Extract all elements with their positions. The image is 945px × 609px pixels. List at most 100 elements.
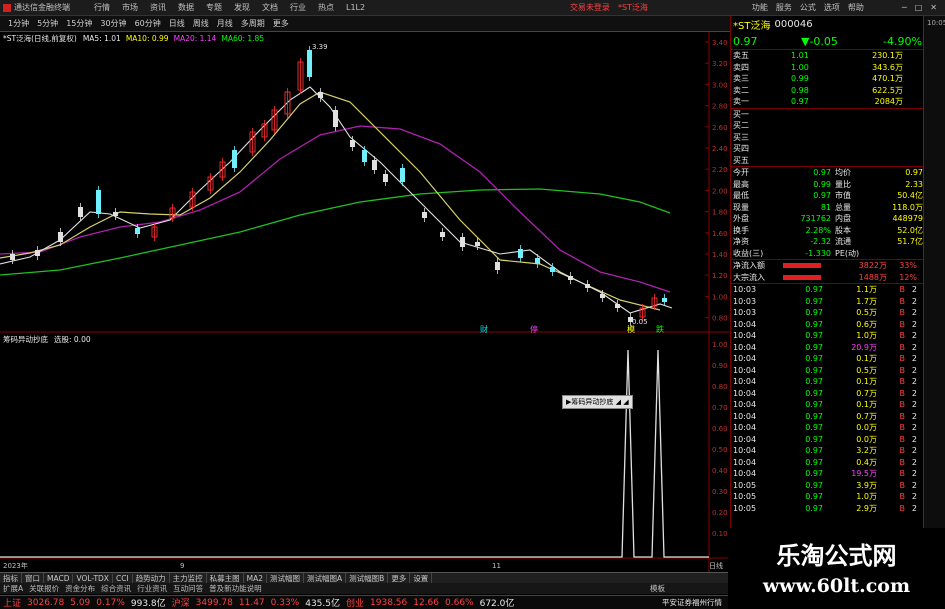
indicator-tab-1[interactable]: 窗口 bbox=[22, 572, 44, 584]
menu-3[interactable]: 数据 bbox=[172, 2, 200, 13]
period-tab-0[interactable]: 1分钟 bbox=[4, 18, 33, 29]
bid-row[interactable]: 买四 bbox=[731, 143, 945, 155]
event-marker-1[interactable]: 财 bbox=[480, 324, 488, 334]
bid-label: 买一 bbox=[733, 109, 749, 119]
price-tick: 2.60 bbox=[712, 124, 728, 132]
period-tab-4[interactable]: 60分钟 bbox=[131, 18, 165, 29]
indicator-tick: 0.80 bbox=[712, 383, 728, 391]
bid-row[interactable]: 买五 bbox=[731, 155, 945, 167]
ask-volume: 622.5万 bbox=[872, 85, 903, 95]
info-tab-2[interactable]: 资金分布 bbox=[62, 583, 98, 594]
indicator-tab-5[interactable]: 趋势动力 bbox=[133, 572, 170, 584]
price-tick: 1.20 bbox=[712, 272, 728, 280]
period-tab-8[interactable]: 多周期 bbox=[237, 18, 269, 29]
period-tab-6[interactable]: 周线 bbox=[189, 18, 213, 29]
tick-count: 2 bbox=[911, 365, 917, 375]
indicator-tick: 0.70 bbox=[712, 404, 728, 412]
tick-count: 2 bbox=[911, 503, 917, 513]
event-marker-4[interactable]: 跌 bbox=[656, 324, 664, 334]
login-status[interactable]: 交易未登录 bbox=[570, 2, 610, 13]
indicator-tick: 0.40 bbox=[712, 467, 728, 475]
indicator-tab-12[interactable]: 更多 bbox=[388, 572, 411, 584]
event-marker-3[interactable]: 模 bbox=[627, 324, 635, 334]
change-pct: -4.90% bbox=[883, 34, 922, 48]
stat-label: 总量 bbox=[835, 202, 851, 212]
menu-9[interactable]: L1L2 bbox=[340, 3, 371, 12]
tick-time: 10:04 bbox=[733, 411, 757, 421]
sh-index-amount: 993.8亿 bbox=[130, 599, 166, 609]
sh-index-label[interactable]: 上证 bbox=[3, 596, 21, 609]
stat-value: 0.97 bbox=[813, 168, 831, 178]
indicator-tab-2[interactable]: MACD bbox=[44, 573, 74, 583]
indicator-tab-9[interactable]: 测试幅图 bbox=[267, 572, 305, 584]
info-tab-5[interactable]: 互动问答 bbox=[170, 583, 206, 594]
sys-menu-3[interactable]: 选项 bbox=[820, 2, 844, 13]
stock-header: *ST泛海 000046 bbox=[731, 16, 945, 33]
indicator-tab-11[interactable]: 测试幅图B bbox=[346, 572, 389, 584]
sh-index-change: 5.09 bbox=[70, 597, 91, 608]
menu-8[interactable]: 热点 bbox=[312, 2, 340, 13]
chart-area[interactable]: 3.40 3.20 3.00 2.80 2.60 2.40 2.20 2.00 1.80 1.60… bbox=[0, 32, 730, 572]
indicator-tab-10[interactable]: 测试幅图A bbox=[304, 572, 347, 584]
price-tick: 2.40 bbox=[712, 145, 728, 153]
maximize-icon[interactable]: □ bbox=[911, 3, 927, 12]
stat-value: 0.97 bbox=[813, 191, 831, 201]
ma20-value: MA20: 1.14 bbox=[173, 34, 217, 43]
period-tab-5[interactable]: 日线 bbox=[165, 18, 189, 29]
info-tab-1[interactable]: 关联报价 bbox=[26, 583, 62, 594]
ask-row[interactable]: 卖三 0.99 470.1万 bbox=[731, 73, 945, 85]
menu-0[interactable]: 行情 bbox=[88, 2, 116, 13]
indicator-tab-3[interactable]: VOL-TDX bbox=[73, 573, 113, 583]
sys-menu-1[interactable]: 服务 bbox=[772, 2, 796, 13]
period-tab-7[interactable]: 月线 bbox=[213, 18, 237, 29]
event-marker-2[interactable]: 停 bbox=[530, 324, 538, 334]
candle bbox=[318, 92, 323, 98]
info-tab-4[interactable]: 行业资讯 bbox=[134, 583, 170, 594]
indicator-tab-7[interactable]: 私募主图 bbox=[207, 572, 244, 584]
info-tab-6[interactable]: 普及新功能说明 bbox=[206, 583, 265, 594]
menu-1[interactable]: 市场 bbox=[116, 2, 144, 13]
info-tab-3[interactable]: 综合资讯 bbox=[98, 583, 134, 594]
info-tab-0[interactable]: 扩展A bbox=[0, 583, 26, 594]
tick-row: 10:04 0.97 0.7万 B 2 bbox=[731, 388, 945, 400]
tick-count: 2 bbox=[911, 342, 917, 352]
hs-index-label[interactable]: 沪深 bbox=[172, 596, 190, 609]
template-button[interactable]: 模板 bbox=[650, 583, 665, 594]
close-icon[interactable]: ✕ bbox=[926, 3, 941, 12]
indicator-tab-6[interactable]: 主力监控 bbox=[170, 572, 207, 584]
ask-row[interactable]: 卖四 1.00 343.6万 bbox=[731, 62, 945, 74]
sys-menu-4[interactable]: 帮助 bbox=[844, 2, 868, 13]
sys-menu-2[interactable]: 公式 bbox=[796, 2, 820, 13]
sys-menu-0[interactable]: 功能 bbox=[748, 2, 772, 13]
indicator-tab-8[interactable]: MA2 bbox=[244, 573, 268, 583]
ask-row[interactable]: 卖二0.98622.5万-43 bbox=[731, 85, 945, 97]
bid-row[interactable]: 买二 bbox=[731, 120, 945, 132]
bid-row[interactable]: 买一 bbox=[731, 109, 945, 121]
ask-row[interactable]: 卖五 1.01 230.1万 bbox=[731, 50, 945, 62]
menu-2[interactable]: 资讯 bbox=[144, 2, 172, 13]
stock-code: 000046 bbox=[774, 19, 813, 30]
indicator-tab-13[interactable]: 设置 bbox=[410, 572, 433, 584]
indicator-tooltip[interactable]: ▶筹码异动抄底 ◢ ◢ bbox=[562, 395, 633, 409]
indicator-tab-0[interactable]: 指标 bbox=[0, 572, 22, 584]
ma60-value: MA60: 1.85 bbox=[221, 34, 265, 43]
tick-time: 10:04 bbox=[733, 434, 757, 444]
bid-row[interactable]: 买三 bbox=[731, 132, 945, 144]
tick-price: 0.97 bbox=[805, 388, 823, 398]
period-tab-9[interactable]: 更多 bbox=[269, 18, 293, 29]
menu-4[interactable]: 专题 bbox=[200, 2, 228, 13]
period-tab-2[interactable]: 15分钟 bbox=[62, 18, 96, 29]
tick-count: 2 bbox=[911, 492, 917, 502]
tick-list[interactable]: 10:03 0.97 1.1万 B 2 10:03 0.97 1.7万 B 2 10:03 0.97 0… bbox=[731, 284, 945, 514]
period-tab-3[interactable]: 30分钟 bbox=[96, 18, 130, 29]
menu-5[interactable]: 发现 bbox=[228, 2, 256, 13]
indicator-tab-4[interactable]: CCI bbox=[113, 573, 133, 583]
minimize-icon[interactable]: ─ bbox=[898, 3, 911, 12]
price-tick: 1.40 bbox=[712, 251, 728, 259]
period-tab-1[interactable]: 5分钟 bbox=[33, 18, 62, 29]
menu-7[interactable]: 行业 bbox=[284, 2, 312, 13]
cy-index-label[interactable]: 创业 bbox=[346, 596, 364, 609]
tick-volume: 19.5万 bbox=[851, 469, 877, 479]
ask-row[interactable]: 卖一0.972084万-400 bbox=[731, 96, 945, 108]
menu-6[interactable]: 文档 bbox=[256, 2, 284, 13]
